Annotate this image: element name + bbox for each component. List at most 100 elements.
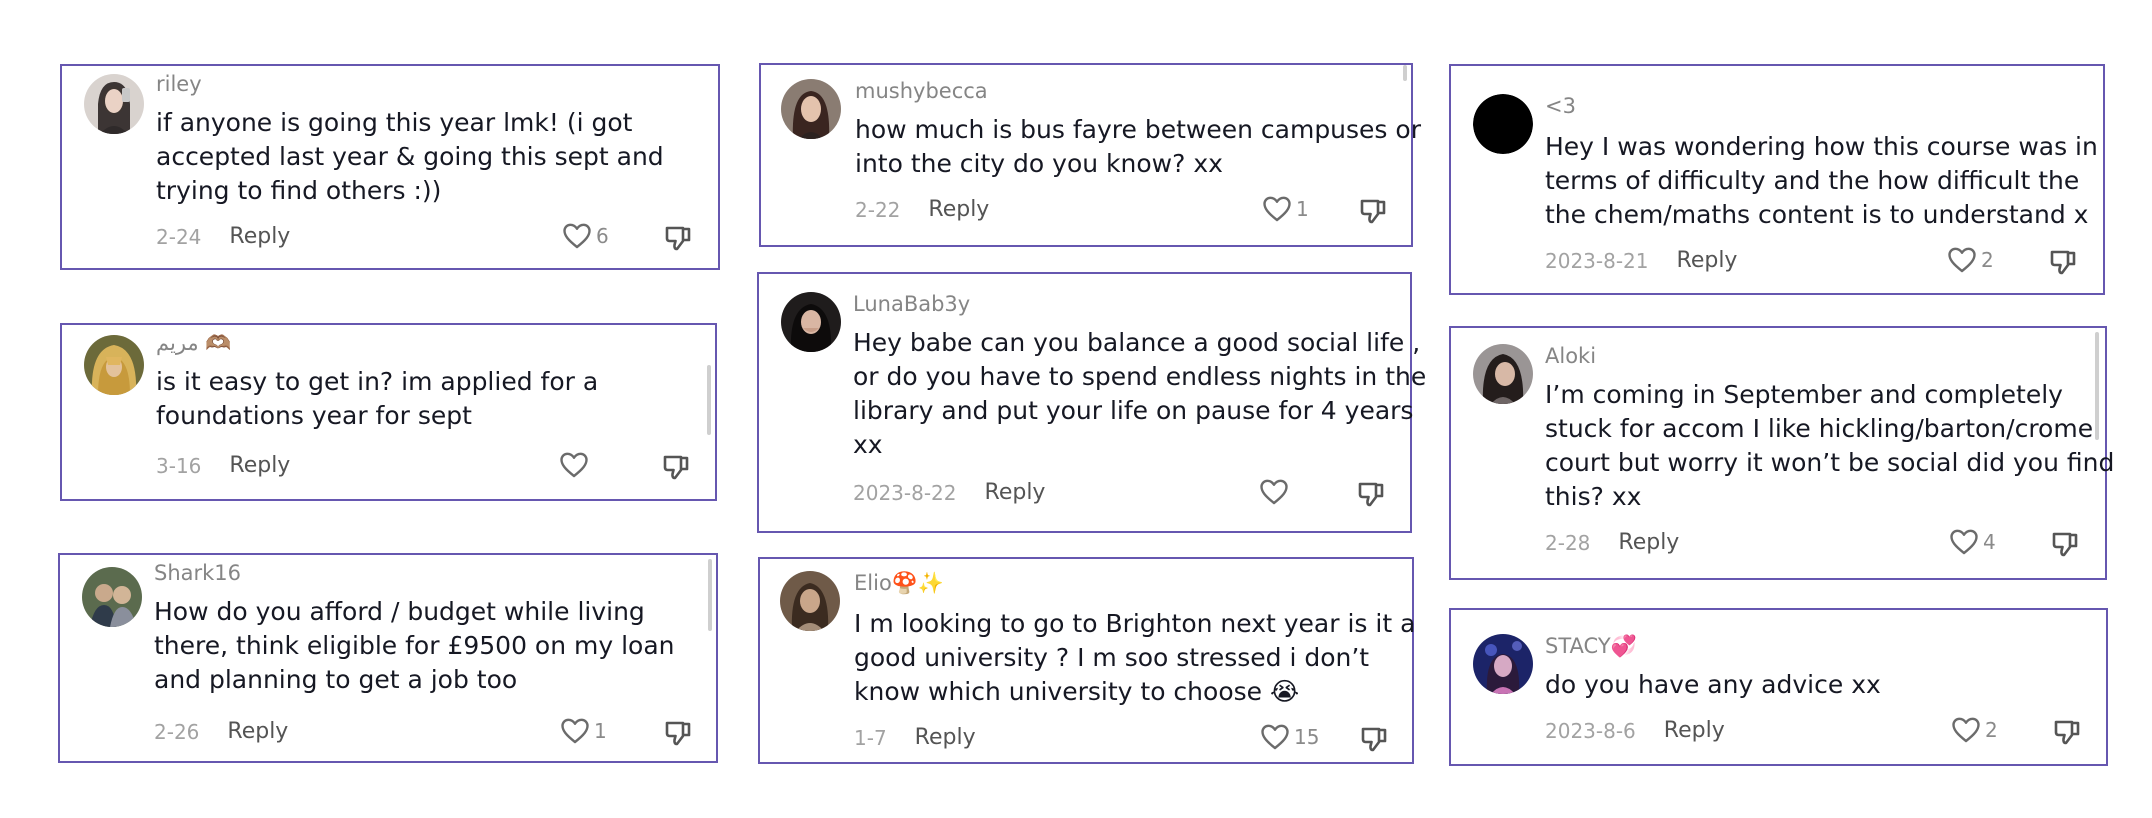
reply-button[interactable]: Reply bbox=[928, 197, 989, 222]
reply-button[interactable]: Reply bbox=[1664, 718, 1725, 743]
like-button[interactable] bbox=[559, 451, 593, 479]
comment-text: how much is bus fayre between campuses o… bbox=[855, 115, 1421, 178]
reply-button[interactable]: Reply bbox=[985, 480, 1046, 505]
comment-text: I’m coming in September and completely s… bbox=[1545, 380, 2115, 511]
comment-meta: 1-7 Reply bbox=[854, 725, 976, 750]
heart-icon bbox=[1262, 195, 1292, 223]
comment-date: 2-24 bbox=[156, 224, 202, 249]
dislike-button[interactable] bbox=[664, 719, 692, 747]
thumbs-down-icon bbox=[1357, 480, 1385, 508]
like-button[interactable]: 2 bbox=[1951, 716, 1998, 744]
dislike-button[interactable] bbox=[1357, 480, 1385, 508]
like-button[interactable]: 6 bbox=[562, 222, 609, 250]
like-button[interactable]: 1 bbox=[1262, 195, 1309, 223]
thumbs-down-icon bbox=[1360, 725, 1388, 753]
comment-date: 2-26 bbox=[154, 719, 200, 744]
like-button[interactable]: 1 bbox=[560, 717, 607, 745]
dislike-button[interactable] bbox=[2049, 248, 2077, 276]
comment-username[interactable]: LunaBab3y bbox=[853, 292, 970, 316]
scrollbar[interactable] bbox=[1403, 65, 1407, 81]
like-count: 6 bbox=[596, 224, 609, 248]
comment-card: <3 Hey I was wondering how this course w… bbox=[1449, 64, 2105, 295]
comment-username[interactable]: STACY💞 bbox=[1545, 634, 1637, 659]
user-avatar[interactable] bbox=[1473, 344, 1533, 404]
heart-icon bbox=[560, 717, 590, 745]
comment-text: How do you afford / budget while living … bbox=[154, 597, 675, 694]
comment-text: Hey I was wondering how this course was … bbox=[1545, 132, 2098, 229]
thumbs-down-icon bbox=[2051, 530, 2079, 558]
thumbs-down-icon bbox=[664, 224, 692, 252]
comment-username[interactable]: riley bbox=[156, 72, 202, 96]
comment-text: do you have any advice xx bbox=[1545, 670, 1881, 699]
dislike-button[interactable] bbox=[2051, 530, 2079, 558]
user-avatar[interactable] bbox=[82, 567, 142, 627]
comment-username[interactable]: Elio🍄✨ bbox=[854, 571, 944, 596]
heart-icon bbox=[562, 222, 592, 250]
thumbs-down-icon bbox=[1359, 197, 1387, 225]
comment-username[interactable]: مريم 🫶🏽 bbox=[156, 331, 231, 356]
user-avatar[interactable] bbox=[781, 292, 841, 352]
user-avatar[interactable] bbox=[1473, 634, 1533, 694]
heart-icon bbox=[559, 451, 589, 479]
scrollbar[interactable] bbox=[708, 559, 712, 631]
comment-card: STACY💞 do you have any advice xx 2023-8-… bbox=[1449, 608, 2108, 766]
comment-meta: 2-26 Reply bbox=[154, 719, 288, 744]
reply-button[interactable]: Reply bbox=[229, 224, 290, 249]
comment-date: 3-16 bbox=[156, 453, 202, 478]
comment-username[interactable]: mushybecca bbox=[855, 79, 988, 103]
like-button[interactable]: 15 bbox=[1260, 723, 1319, 751]
user-avatar[interactable] bbox=[84, 335, 144, 395]
like-count: 4 bbox=[1983, 530, 1996, 554]
dislike-button[interactable] bbox=[1359, 197, 1387, 225]
reply-button[interactable]: Reply bbox=[915, 725, 976, 750]
comment-text: I m looking to go to Brighton next year … bbox=[854, 609, 1416, 706]
like-count: 1 bbox=[1296, 197, 1309, 221]
comment-text: Hey babe can you balance a good social l… bbox=[853, 328, 1427, 459]
reply-button[interactable]: Reply bbox=[1618, 530, 1679, 555]
comment-date: 2-22 bbox=[855, 197, 901, 222]
dislike-button[interactable] bbox=[2053, 718, 2081, 746]
comment-meta: 2023-8-21 Reply bbox=[1545, 248, 1737, 273]
comment-username[interactable]: Aloki bbox=[1545, 344, 1596, 368]
comment-username[interactable]: Shark16 bbox=[154, 561, 241, 585]
dislike-button[interactable] bbox=[664, 224, 692, 252]
scrollbar[interactable] bbox=[707, 365, 711, 435]
like-button[interactable]: 4 bbox=[1949, 528, 1996, 556]
heart-icon bbox=[1947, 246, 1977, 274]
thumbs-down-icon bbox=[662, 453, 690, 481]
thumbs-down-icon bbox=[2049, 248, 2077, 276]
user-avatar[interactable] bbox=[84, 74, 144, 134]
comment-username[interactable]: <3 bbox=[1545, 94, 1576, 118]
dislike-button[interactable] bbox=[662, 453, 690, 481]
comment-card: LunaBab3y Hey babe can you balance a goo… bbox=[757, 272, 1426, 533]
like-count: 2 bbox=[1981, 248, 1994, 272]
like-count: 15 bbox=[1294, 725, 1320, 749]
comment-meta: 3-16 Reply bbox=[156, 453, 290, 478]
comment-card: riley if anyone is going this year lmk! … bbox=[60, 64, 720, 270]
scrollbar[interactable] bbox=[2095, 332, 2099, 440]
reply-button[interactable]: Reply bbox=[1677, 248, 1738, 273]
comment-card: Shark16 How do you afford / budget while… bbox=[58, 553, 718, 763]
comment-meta: 2-28 Reply bbox=[1545, 530, 1679, 555]
comment-date: 2023-8-22 bbox=[853, 480, 957, 505]
comment-card: مريم 🫶🏽 is it easy to get in? im applied… bbox=[60, 323, 717, 501]
like-button[interactable]: 2 bbox=[1947, 246, 1994, 274]
comment-meta: 2-22 Reply bbox=[855, 197, 989, 222]
comment-date: 2023-8-6 bbox=[1545, 718, 1636, 743]
comment-card: mushybecca how much is bus fayre between… bbox=[759, 63, 1421, 247]
comment-date: 2-28 bbox=[1545, 530, 1591, 555]
comment-meta: 2-24 Reply bbox=[156, 224, 290, 249]
heart-icon bbox=[1949, 528, 1979, 556]
user-avatar[interactable] bbox=[781, 79, 841, 139]
user-avatar[interactable] bbox=[1473, 94, 1533, 154]
thumbs-down-icon bbox=[2053, 718, 2081, 746]
heart-icon bbox=[1260, 723, 1290, 751]
like-count: 2 bbox=[1985, 718, 1998, 742]
dislike-button[interactable] bbox=[1360, 725, 1388, 753]
reply-button[interactable]: Reply bbox=[229, 453, 290, 478]
like-button[interactable] bbox=[1259, 478, 1293, 506]
reply-button[interactable]: Reply bbox=[227, 719, 288, 744]
user-avatar[interactable] bbox=[780, 571, 840, 631]
comment-meta: 2023-8-6 Reply bbox=[1545, 718, 1725, 743]
like-count: 1 bbox=[594, 719, 607, 743]
